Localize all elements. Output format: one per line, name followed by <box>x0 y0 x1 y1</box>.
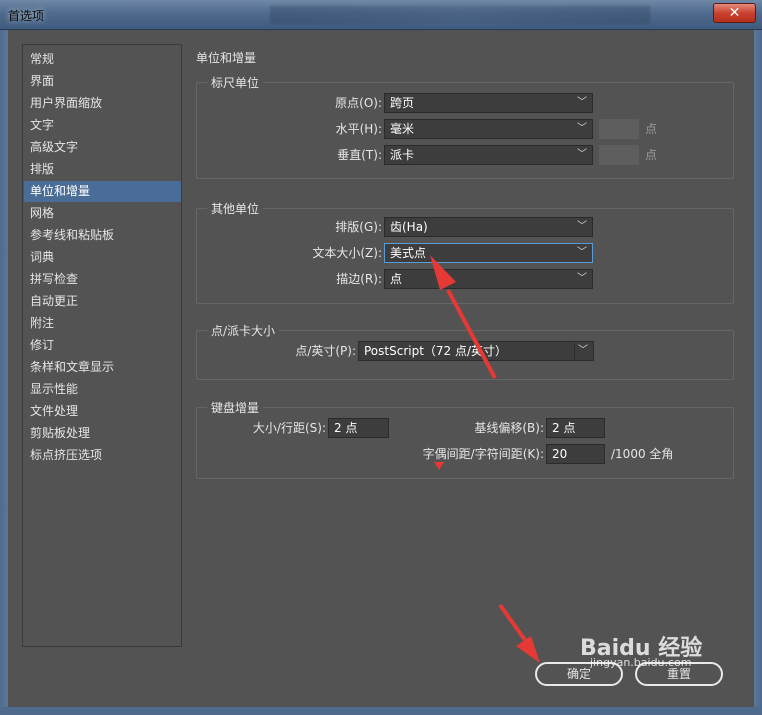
annotation-arrow-text-size <box>430 255 497 379</box>
annotation-arrows <box>430 255 540 663</box>
annotation-arrow-ok-button <box>498 603 540 663</box>
baidu-watermark-url: jingyan.baidu.com <box>590 656 692 669</box>
